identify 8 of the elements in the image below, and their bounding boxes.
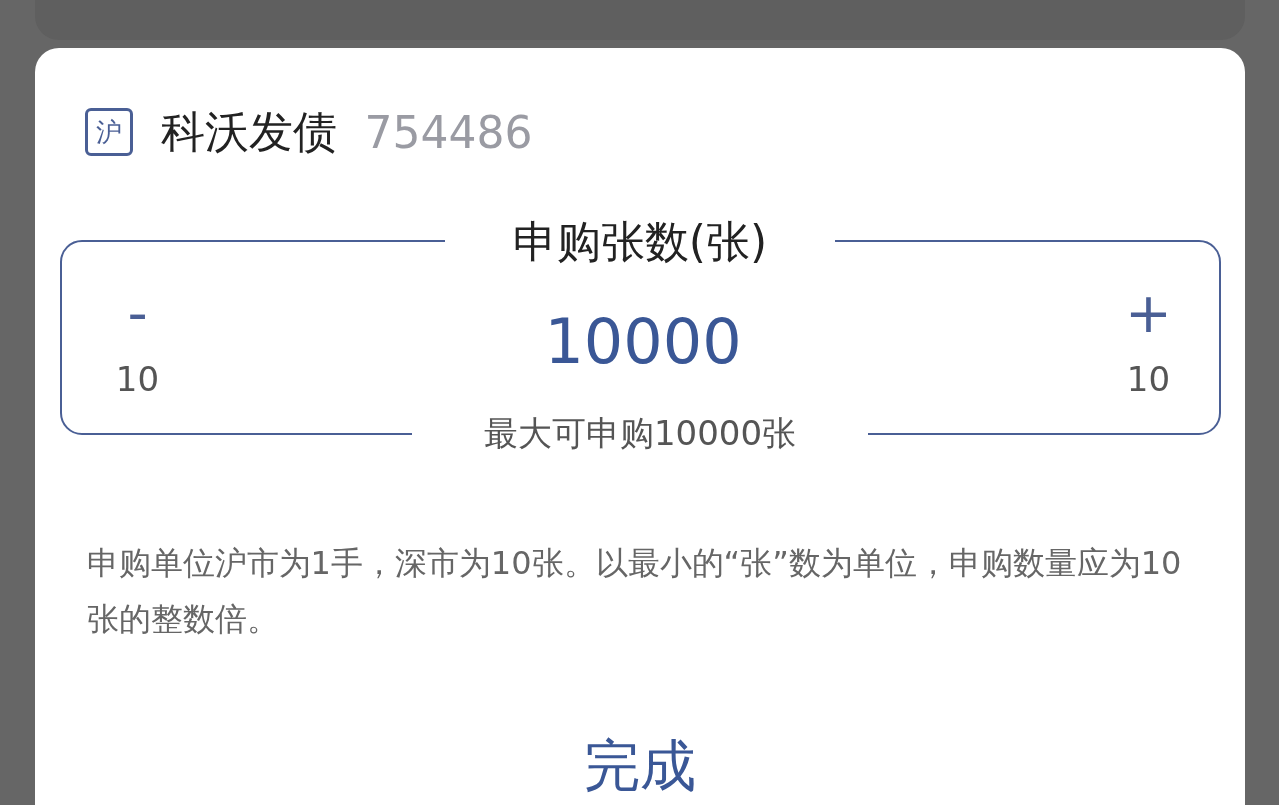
- quantity-value[interactable]: 10000: [544, 305, 742, 378]
- bond-name: 科沃发债: [160, 104, 337, 159]
- decrement-button[interactable]: - 10: [105, 284, 170, 399]
- bond-code: 754486: [364, 106, 533, 158]
- increment-button[interactable]: + 10: [1116, 284, 1181, 399]
- market-badge: 沪: [84, 108, 133, 156]
- done-button[interactable]: 完成: [563, 729, 716, 805]
- subscription-note: 申购单位沪市为1手，深市为10张。以最小的“张”数为单位，申购数量应为10张的整数倍。: [86, 543, 1183, 640]
